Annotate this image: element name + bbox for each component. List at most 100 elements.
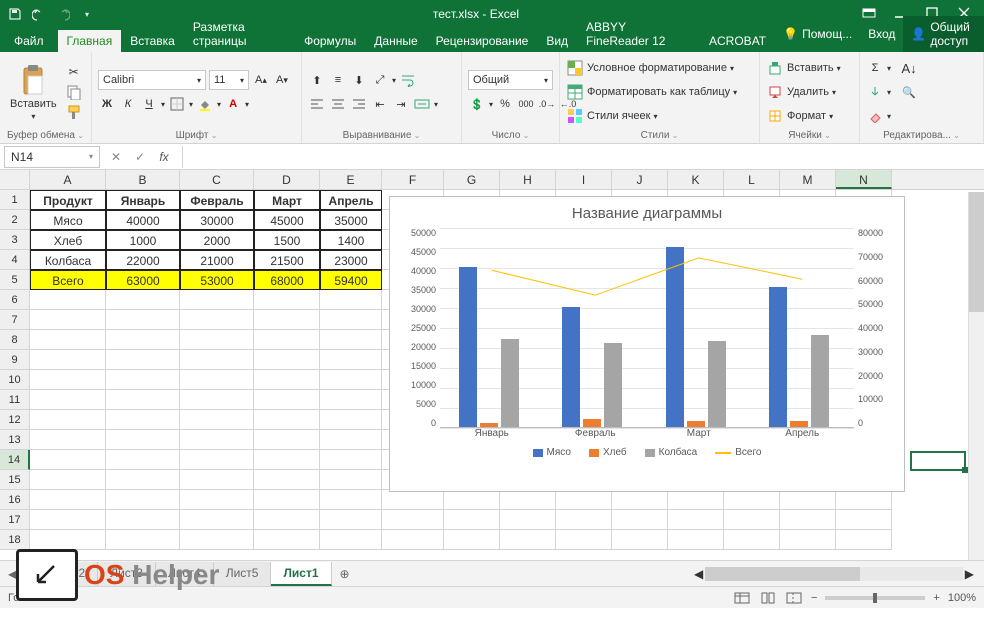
cell[interactable]: [320, 290, 382, 310]
horizontal-scrollbar[interactable]: ◀▶: [684, 567, 984, 581]
cell[interactable]: [254, 450, 320, 470]
row-header[interactable]: 11: [0, 390, 30, 410]
cell[interactable]: [106, 330, 180, 350]
qat-more-icon[interactable]: ▾: [80, 7, 94, 21]
cell[interactable]: 1400: [320, 230, 382, 250]
row-header[interactable]: 14: [0, 450, 30, 470]
cell[interactable]: [30, 490, 106, 510]
cell[interactable]: Колбаса: [30, 250, 106, 270]
cell[interactable]: Февраль: [180, 190, 254, 210]
cell[interactable]: [180, 490, 254, 510]
share-button[interactable]: 👤Общий доступ: [903, 16, 984, 52]
cell[interactable]: [320, 490, 382, 510]
cell[interactable]: 2000: [180, 230, 254, 250]
cell[interactable]: [254, 530, 320, 550]
cell[interactable]: 23000: [320, 250, 382, 270]
cell[interactable]: 35000: [320, 210, 382, 230]
number-format-select[interactable]: Общий▾: [468, 70, 553, 90]
cell[interactable]: [106, 490, 180, 510]
font-color-icon[interactable]: A: [224, 94, 242, 114]
tab-abbyy[interactable]: ABBYY FineReader 12: [577, 16, 700, 52]
cell[interactable]: [668, 530, 724, 550]
tab-pagelayout[interactable]: Разметка страницы: [184, 16, 295, 52]
column-header[interactable]: B: [106, 170, 180, 189]
increase-indent-icon[interactable]: ⇥: [392, 94, 410, 114]
cell[interactable]: [500, 490, 556, 510]
cell[interactable]: [254, 430, 320, 450]
cell[interactable]: [254, 370, 320, 390]
zoom-slider[interactable]: [825, 596, 925, 600]
column-header[interactable]: H: [500, 170, 556, 189]
view-pagebreak-icon[interactable]: [785, 589, 803, 607]
cell[interactable]: Январь: [106, 190, 180, 210]
cell[interactable]: [180, 310, 254, 330]
row-header[interactable]: 16: [0, 490, 30, 510]
cell[interactable]: [320, 450, 382, 470]
column-header[interactable]: M: [780, 170, 836, 189]
cell[interactable]: [30, 530, 106, 550]
cell[interactable]: [180, 290, 254, 310]
font-name-select[interactable]: Calibri▾: [98, 70, 206, 90]
cell[interactable]: [106, 430, 180, 450]
cell[interactable]: [106, 450, 180, 470]
cell[interactable]: [444, 490, 500, 510]
row-header[interactable]: 5: [0, 270, 30, 290]
cell[interactable]: [612, 530, 668, 550]
name-box[interactable]: N14▾: [4, 146, 100, 168]
cell[interactable]: [30, 470, 106, 490]
cell[interactable]: [30, 370, 106, 390]
cell[interactable]: [30, 390, 106, 410]
cell[interactable]: [180, 530, 254, 550]
cell[interactable]: [30, 310, 106, 330]
align-right-icon[interactable]: [350, 94, 368, 114]
column-header[interactable]: I: [556, 170, 612, 189]
format-painter-icon[interactable]: [65, 103, 83, 121]
cell[interactable]: [30, 430, 106, 450]
cell[interactable]: [106, 530, 180, 550]
cell[interactable]: [320, 410, 382, 430]
cell[interactable]: [724, 490, 780, 510]
cell[interactable]: [836, 510, 892, 530]
fill-button[interactable]: ▾ 🔍: [866, 81, 977, 103]
cell[interactable]: [556, 530, 612, 550]
cell[interactable]: [444, 530, 500, 550]
row-header[interactable]: 12: [0, 410, 30, 430]
conditional-formatting-button[interactable]: Условное форматирование▾: [566, 57, 753, 79]
sheet-tab[interactable]: Лист1: [271, 562, 331, 586]
cell[interactable]: Всего: [30, 270, 106, 290]
cell[interactable]: [254, 290, 320, 310]
cell[interactable]: [320, 370, 382, 390]
cell[interactable]: Март: [254, 190, 320, 210]
formula-input[interactable]: [183, 146, 984, 168]
cell[interactable]: [254, 470, 320, 490]
cell[interactable]: 21500: [254, 250, 320, 270]
row-header[interactable]: 7: [0, 310, 30, 330]
zoom-in-button[interactable]: +: [933, 592, 939, 604]
tab-view[interactable]: Вид: [537, 30, 577, 52]
enter-formula-icon[interactable]: ✓: [128, 146, 152, 168]
signin-button[interactable]: Вход: [860, 23, 903, 45]
row-header[interactable]: 18: [0, 530, 30, 550]
row-header[interactable]: 4: [0, 250, 30, 270]
fx-icon[interactable]: fx: [152, 146, 176, 168]
column-header[interactable]: G: [444, 170, 500, 189]
cell[interactable]: [180, 410, 254, 430]
cell[interactable]: 30000: [180, 210, 254, 230]
cell[interactable]: 1500: [254, 230, 320, 250]
cell[interactable]: [180, 350, 254, 370]
cell[interactable]: 21000: [180, 250, 254, 270]
cell[interactable]: [180, 430, 254, 450]
row-header[interactable]: 8: [0, 330, 30, 350]
align-middle-icon[interactable]: ≡: [329, 70, 347, 90]
column-header[interactable]: J: [612, 170, 668, 189]
cell[interactable]: [780, 510, 836, 530]
increase-decimal-icon[interactable]: .0→: [538, 94, 556, 114]
row-header[interactable]: 17: [0, 510, 30, 530]
percent-icon[interactable]: %: [496, 94, 514, 114]
cell[interactable]: [254, 390, 320, 410]
cell[interactable]: [382, 510, 444, 530]
cell[interactable]: 45000: [254, 210, 320, 230]
column-header[interactable]: N: [836, 170, 892, 189]
cell[interactable]: [30, 510, 106, 530]
cell[interactable]: 63000: [106, 270, 180, 290]
